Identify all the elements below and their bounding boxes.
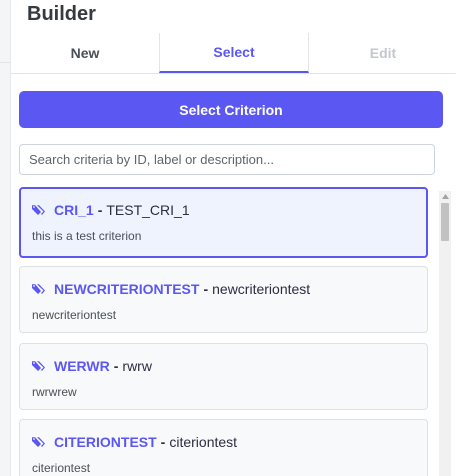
criterion-id: CRI_1 <box>54 202 94 218</box>
tab-select[interactable]: Select <box>159 33 309 73</box>
tag-icon <box>32 360 46 372</box>
list-scrollbar[interactable] <box>439 191 451 476</box>
search-input[interactable] <box>19 144 435 175</box>
criterion-card-citeriontest[interactable]: CITERIONTEST - citeriontest citeriontest <box>19 419 428 476</box>
criterion-separator: - <box>97 202 103 218</box>
criterion-label: rwrw <box>122 358 152 374</box>
tab-new[interactable]: New <box>11 33 159 73</box>
criterion-label: TEST_CRI_1 <box>106 202 190 218</box>
criterion-separator: - <box>160 434 166 450</box>
select-criterion-button[interactable]: Select Criterion <box>19 91 443 128</box>
criterion-id: NEWCRITERIONTEST <box>54 281 200 297</box>
criterion-description: newcriteriontest <box>32 308 117 322</box>
page-title: Builder <box>27 3 96 25</box>
tag-icon <box>32 204 46 216</box>
criterion-description: this is a test criterion <box>32 229 142 243</box>
criterion-description: citeriontest <box>32 461 91 475</box>
criterion-title: NEWCRITERIONTEST - newcriteriontest <box>32 281 310 297</box>
scrollbar-thumb[interactable] <box>441 203 449 241</box>
left-divider <box>0 62 10 63</box>
criterion-title: CRI_1 - TEST_CRI_1 <box>32 202 190 218</box>
criterion-id: CITERIONTEST <box>54 434 157 450</box>
criterion-label: newcriteriontest <box>212 281 311 297</box>
criterion-card-newcriteriontest[interactable]: NEWCRITERIONTEST - newcriteriontest newc… <box>19 266 428 333</box>
tag-icon <box>32 436 46 448</box>
criterion-separator: - <box>113 358 119 374</box>
criterion-description: rwrwrew <box>32 385 77 399</box>
criterion-separator: - <box>203 281 209 297</box>
criterion-id: WERWR <box>54 358 110 374</box>
tab-bar: New Select Edit <box>11 33 456 74</box>
tab-edit: Edit <box>369 45 397 61</box>
tag-icon <box>32 283 46 295</box>
scroll-up-arrow-icon[interactable] <box>439 191 451 201</box>
criterion-title: CITERIONTEST - citeriontest <box>32 434 237 450</box>
criterion-title: WERWR - rwrw <box>32 358 152 374</box>
criterion-card-cri-1[interactable]: CRI_1 - TEST_CRI_1 this is a test criter… <box>19 187 428 258</box>
criterion-card-werwr[interactable]: WERWR - rwrw rwrwrew <box>19 343 428 410</box>
criterion-label: citeriontest <box>169 434 238 450</box>
builder-panel: Builder New Select Edit Select Criterion… <box>10 0 456 476</box>
criteria-list: CRI_1 - TEST_CRI_1 this is a test criter… <box>19 187 429 476</box>
